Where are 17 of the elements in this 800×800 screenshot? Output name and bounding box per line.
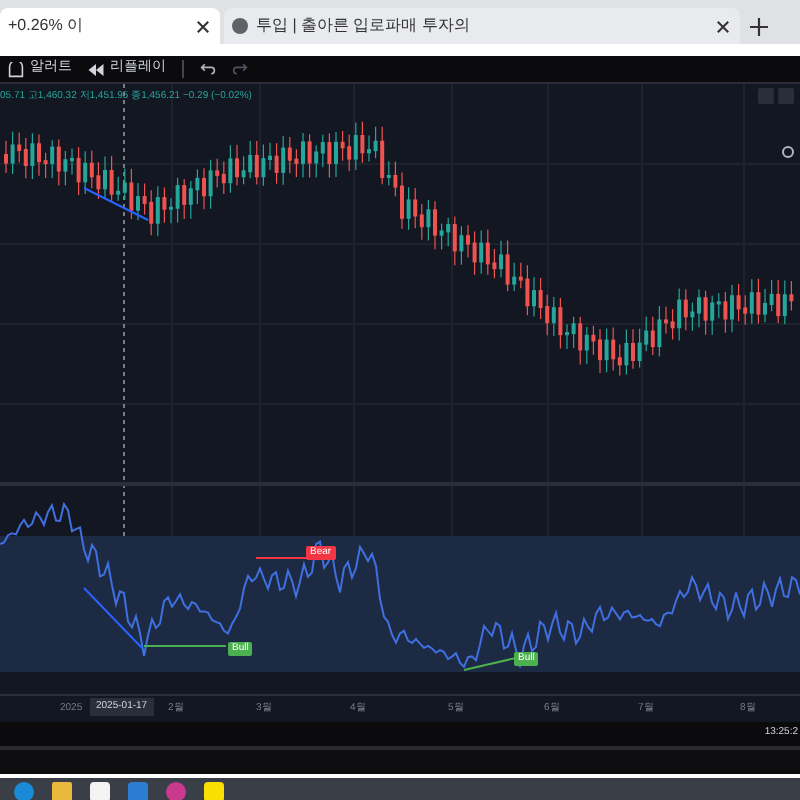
undo-icon[interactable] (200, 62, 216, 76)
trend-line (83, 187, 149, 221)
site-icon (232, 18, 248, 34)
folder-icon[interactable] (48, 778, 76, 800)
browser-tab[interactable]: +0.26% 이 (0, 8, 220, 44)
crosshair-icon[interactable] (782, 146, 794, 158)
mail-icon[interactable] (124, 778, 152, 800)
rewind-icon (88, 63, 104, 75)
close-icon[interactable] (716, 19, 732, 33)
browser-icon[interactable] (10, 778, 38, 800)
browser-tab[interactable]: 투입 | 출아른 입로파매 투자의 (224, 8, 740, 44)
bell-icon (8, 61, 24, 77)
redo-icon[interactable] (232, 62, 248, 76)
close-icon[interactable] (196, 19, 212, 33)
store-icon[interactable] (86, 778, 114, 800)
talk-icon[interactable] (200, 778, 228, 800)
divergence-line (463, 657, 517, 671)
